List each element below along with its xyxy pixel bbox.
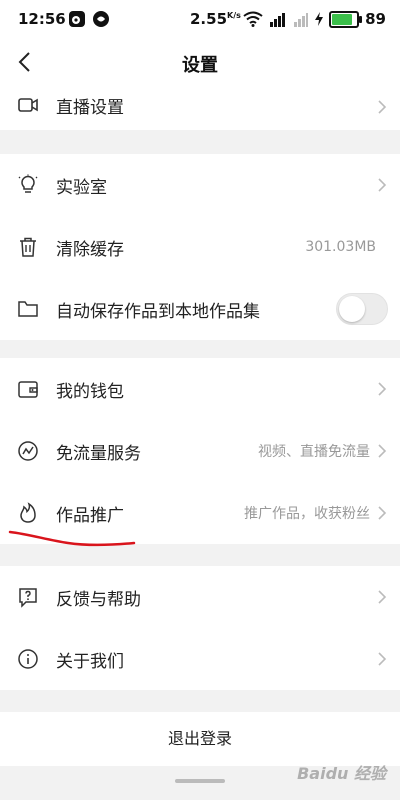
row-label: 作品推广: [56, 505, 124, 526]
row-label: 关于我们: [56, 651, 124, 672]
settings-group-services: 我的钱包 免流量服务 视频、直播免流量 作品推广 推广作品，收获粉丝: [0, 358, 400, 544]
autosave-toggle[interactable]: [336, 293, 388, 325]
row-value: 推广作品，收获粉丝: [244, 506, 370, 522]
chevron-right-icon: [376, 589, 388, 605]
row-wallet[interactable]: 我的钱包: [0, 358, 400, 420]
row-label: 实验室: [56, 177, 107, 198]
weibo-notification-icon: [68, 10, 86, 28]
row-live-settings[interactable]: 直播设置: [0, 84, 400, 130]
chevron-right-icon: [376, 443, 388, 459]
wallet-icon: [17, 378, 39, 400]
row-label: 清除缓存: [56, 239, 124, 260]
app-notification-icon: [92, 10, 110, 28]
settings-group-live: 直播设置: [0, 84, 400, 130]
toggle-knob: [339, 296, 365, 322]
settings-group-general: 实验室 清除缓存 301.03MB 自动保存作品到本地作品集: [0, 154, 400, 340]
row-autosave: 自动保存作品到本地作品集: [0, 278, 400, 340]
annotation-underline: [8, 528, 138, 550]
row-label: 直播设置: [56, 98, 124, 118]
wifi-icon: [243, 11, 263, 27]
trash-icon: [17, 236, 39, 258]
signal-4g-icon: [269, 11, 287, 27]
page-title: 设置: [182, 55, 218, 76]
row-label: 我的钱包: [56, 381, 124, 402]
row-label: 免流量服务: [56, 443, 141, 464]
folder-icon: [17, 298, 39, 320]
row-feedback[interactable]: 反馈与帮助: [0, 566, 400, 628]
row-clear-cache[interactable]: 清除缓存 301.03MB: [0, 216, 400, 278]
row-free-data[interactable]: 免流量服务 视频、直播免流量: [0, 420, 400, 482]
video-camera-icon: [17, 94, 39, 116]
row-value: 视频、直播免流量: [258, 444, 370, 460]
signal-weak-icon: [293, 11, 309, 27]
network-speed: 2.55K/s: [190, 10, 241, 28]
charging-icon: [315, 12, 324, 26]
cache-size-value: 301.03MB: [305, 239, 376, 255]
chevron-right-icon: [376, 381, 388, 397]
flame-icon: [17, 502, 39, 524]
watermark: Baidu 经验: [297, 764, 386, 783]
chevron-right-icon: [376, 505, 388, 521]
light-bulb-icon: [17, 174, 39, 196]
row-about[interactable]: 关于我们: [0, 628, 400, 690]
status-time: 12:56: [18, 10, 66, 28]
status-right-icons: 89: [243, 10, 386, 28]
row-label: 反馈与帮助: [56, 589, 141, 610]
trend-wave-icon: [17, 440, 39, 462]
settings-group-help: 反馈与帮助 关于我们: [0, 566, 400, 690]
home-indicator[interactable]: [175, 779, 225, 783]
chevron-right-icon: [376, 177, 388, 193]
logout-button[interactable]: 退出登录: [0, 712, 400, 766]
chevron-right-icon: [376, 99, 388, 115]
status-bar: 12:56 2.55K/s 89: [0, 0, 400, 40]
header: 设置: [0, 40, 400, 84]
info-circle-icon: [17, 648, 39, 670]
battery-icon: [329, 10, 363, 28]
battery-fill: [332, 13, 352, 25]
row-lab[interactable]: 实验室: [0, 154, 400, 216]
battery-level: 89: [365, 10, 386, 28]
row-label: 自动保存作品到本地作品集: [56, 301, 260, 322]
question-bubble-icon: [17, 586, 39, 608]
chevron-right-icon: [376, 651, 388, 667]
